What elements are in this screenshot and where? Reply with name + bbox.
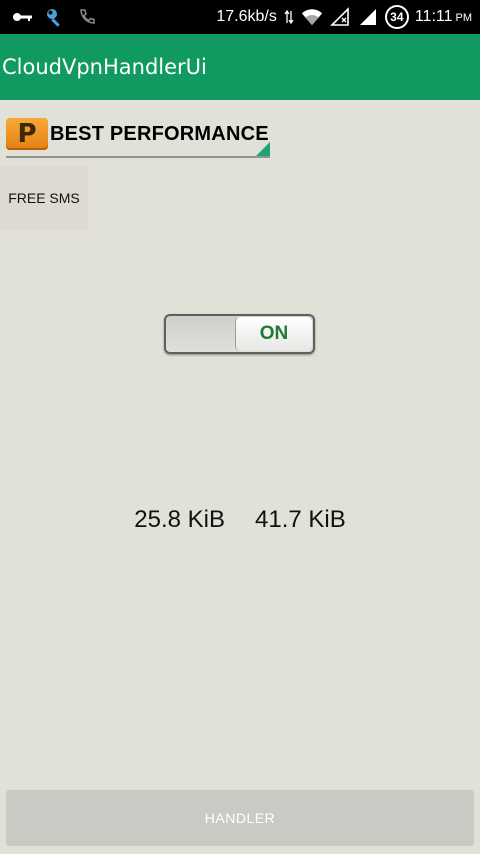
status-bar-right: 17.6kb/s 34 11:11 PM (216, 5, 472, 29)
app-title: CloudVpnHandlerUi (2, 55, 207, 79)
clock-ampm: PM (455, 12, 473, 24)
wrench-icon (44, 6, 66, 28)
key-icon (12, 6, 34, 28)
performance-p-icon: P (6, 118, 48, 150)
handler-button[interactable]: HANDLER (6, 790, 474, 846)
status-bar-left (12, 6, 98, 28)
clock-time: 11:11 (414, 8, 453, 25)
toggle-thumb: ON (235, 317, 312, 351)
vpn-toggle-switch[interactable]: ON (164, 314, 315, 354)
phone-icon (76, 6, 98, 28)
free-sms-button[interactable]: FREE SMS (0, 166, 88, 230)
sent-bytes: 41.7 KiB (255, 506, 346, 533)
signal-full-icon (357, 6, 379, 28)
server-mode-spinner[interactable]: P BEST PERFORMANCE (6, 112, 270, 158)
spinner-selected-label: BEST PERFORMANCE (50, 122, 269, 145)
data-transfer-icon (283, 6, 295, 28)
battery-icon: 34 (384, 5, 409, 29)
app-bar: CloudVpnHandlerUi (0, 34, 480, 100)
status-bar: 17.6kb/s 34 11:11 PM (0, 0, 480, 34)
network-speed: 17.6kb/s (216, 8, 277, 25)
dropdown-caret-icon (256, 142, 270, 156)
clock: 11:11 PM (415, 8, 472, 26)
performance-p-letter: P (17, 119, 37, 149)
wifi-icon (301, 6, 323, 28)
signal-empty-icon (329, 6, 351, 28)
traffic-stats: 25.8 KiB 41.7 KiB (0, 506, 480, 542)
received-bytes: 25.8 KiB (134, 506, 225, 533)
